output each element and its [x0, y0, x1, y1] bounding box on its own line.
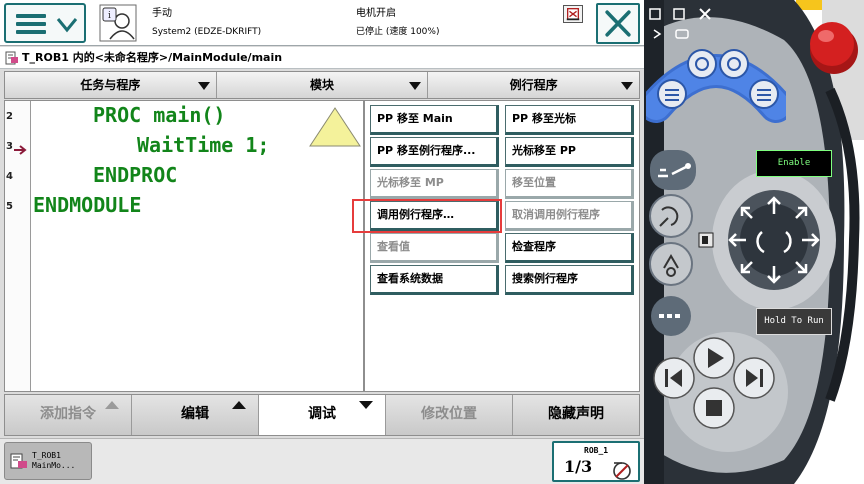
system-name: System2 (EDZE-DKRIFT): [152, 27, 262, 37]
hide-declarations-button[interactable]: 隐藏声明: [513, 395, 639, 435]
go-to-position-button[interactable]: 移至位置: [505, 169, 634, 199]
motor-state-text: 电机开启: [356, 8, 396, 19]
hamburger-icon: [16, 14, 46, 34]
up-arrow-icon: [232, 401, 246, 409]
modify-position-button[interactable]: 修改位置: [386, 395, 513, 435]
speed-increment-text: 1/3: [564, 457, 593, 476]
abb-menu-button[interactable]: [4, 3, 86, 43]
operator-info-icon[interactable]: i: [98, 3, 138, 43]
editor-menu-bar: 任务与程序 模块 例行程序: [4, 71, 640, 99]
code-line[interactable]: ENDMODULE: [33, 193, 141, 217]
menu-tasks-and-programs[interactable]: 任务与程序: [5, 72, 217, 98]
menu-routines[interactable]: 例行程序: [428, 72, 639, 98]
code-line[interactable]: ENDPROC: [93, 163, 177, 187]
top-status-bar: i 手动 System2 (EDZE-DKRIFT) 电机开启 已停止 (速度 …: [0, 0, 644, 46]
program-editor-icon: [10, 453, 27, 469]
menu-modules[interactable]: 模块: [217, 72, 429, 98]
up-arrow-icon: [105, 401, 119, 409]
flexpendant-device: Enable Hold To Run: [644, 0, 864, 484]
program-editor-icon: [5, 51, 18, 65]
view-value-button[interactable]: 查看值: [370, 233, 499, 263]
stopped-speed-icon: [613, 462, 631, 480]
dropdown-arrow-icon: [621, 82, 634, 90]
add-instruction-label: 添加指令: [40, 406, 96, 422]
programmable-key-3-button[interactable]: [718, 48, 750, 80]
cursor-to-mp-button[interactable]: 光标移至 MP: [370, 169, 499, 199]
chevron-down-icon: [56, 18, 78, 33]
taskbar: T_ROB1 MainMo... ROB_1 1/3: [0, 438, 644, 484]
program-pointer-arrow-icon: [14, 145, 27, 155]
svg-text:i: i: [108, 11, 111, 21]
toggle-motion-mode-button[interactable]: [646, 192, 696, 240]
menu-routines-label: 例行程序: [509, 78, 558, 92]
restore-icon: [649, 8, 661, 20]
joystick[interactable]: [706, 168, 836, 310]
search-routine-button[interactable]: 搜索例行程序: [505, 265, 634, 295]
swap-icon: [653, 29, 662, 39]
emergency-stop-button[interactable]: [804, 14, 860, 76]
line-number: 2: [6, 111, 13, 122]
cancel-call-routine-button[interactable]: 取消调用例行程序: [505, 201, 634, 231]
usb-port-icon: [698, 232, 714, 248]
code-line[interactable]: PROC main(): [93, 103, 225, 127]
line-number: 5: [6, 201, 13, 212]
program-path-text: T_ROB1 内的<未命名程序>/MainModule/main: [22, 51, 283, 64]
minimize-window-icon[interactable]: [563, 5, 583, 23]
start-button[interactable]: [692, 336, 736, 380]
mode-status: 手动 System2 (EDZE-DKRIFT): [152, 5, 261, 41]
debug-button[interactable]: 调试: [259, 395, 386, 435]
close-window-button[interactable]: [596, 3, 640, 44]
line-number-gutter: 2 3 4 5: [5, 101, 31, 391]
stop-button[interactable]: [692, 386, 736, 430]
edit-label: 编辑: [181, 406, 209, 422]
debug-label: 调试: [308, 406, 336, 422]
dropdown-arrow-icon: [197, 82, 210, 90]
pp-to-routine-button[interactable]: PP 移至例行程序...: [370, 137, 499, 167]
warning-triangle-icon: [309, 107, 361, 147]
select-mechanical-unit-button[interactable]: [648, 148, 698, 192]
motor-status: 电机开启 已停止 (速度 100%): [356, 5, 439, 41]
step-forward-button[interactable]: [732, 356, 776, 400]
enable-button[interactable]: Enable: [756, 150, 832, 177]
quickset-button[interactable]: ROB_1 1/3: [552, 441, 640, 482]
cursor-to-pp-button[interactable]: 光标移至 PP: [505, 137, 634, 167]
pp-to-cursor-button[interactable]: PP 移至光标: [505, 105, 634, 135]
menu-modules-label: 模块: [310, 78, 335, 92]
toggle-reorient-mode-button[interactable]: [646, 240, 696, 288]
program-editor-task[interactable]: T_ROB1 MainMo...: [4, 442, 92, 480]
mode-text: 手动: [152, 8, 172, 19]
programmable-key-4-button[interactable]: [748, 78, 780, 110]
down-arrow-icon: [359, 401, 373, 409]
task-module: MainMo...: [32, 461, 76, 470]
line-number: 4: [6, 171, 13, 182]
menu-tasks-label: 任务与程序: [80, 78, 141, 92]
camera-icon: [675, 29, 689, 39]
dropdown-arrow-icon: [409, 82, 422, 90]
code-line[interactable]: WaitTime 1;: [137, 133, 269, 157]
programmable-key-1-button[interactable]: [656, 78, 688, 110]
line-number: 3: [6, 141, 13, 152]
run-state-text: 已停止 (速度 100%): [356, 27, 440, 37]
close-icon: [699, 8, 711, 20]
step-backward-button[interactable]: [652, 356, 696, 400]
program-path-bar: T_ROB1 内的<未命名程序>/MainModule/main: [0, 47, 644, 69]
editor-bottom-bar: 添加指令 编辑 调试 修改位置 隐藏声明: [4, 394, 640, 436]
pp-to-main-button[interactable]: PP 移至 Main: [370, 105, 499, 135]
mechanical-unit-label: ROB_1: [584, 446, 609, 455]
maximize-icon: [673, 8, 685, 20]
check-program-button[interactable]: 检查程序: [505, 233, 634, 263]
edit-button[interactable]: 编辑: [132, 395, 259, 435]
view-system-data-button[interactable]: 查看系统数据: [370, 265, 499, 295]
task-name: T_ROB1: [32, 451, 61, 460]
add-instruction-button[interactable]: 添加指令: [5, 395, 132, 435]
code-editor[interactable]: 2 3 4 5 PROC main() WaitTime 1; ENDPROC …: [4, 100, 364, 392]
window-controls: [649, 8, 711, 39]
flexpendant-screen: i 手动 System2 (EDZE-DKRIFT) 电机开启 已停止 (速度 …: [0, 0, 644, 484]
programmable-key-2-button[interactable]: [686, 48, 718, 80]
highlight-box: [352, 199, 502, 233]
